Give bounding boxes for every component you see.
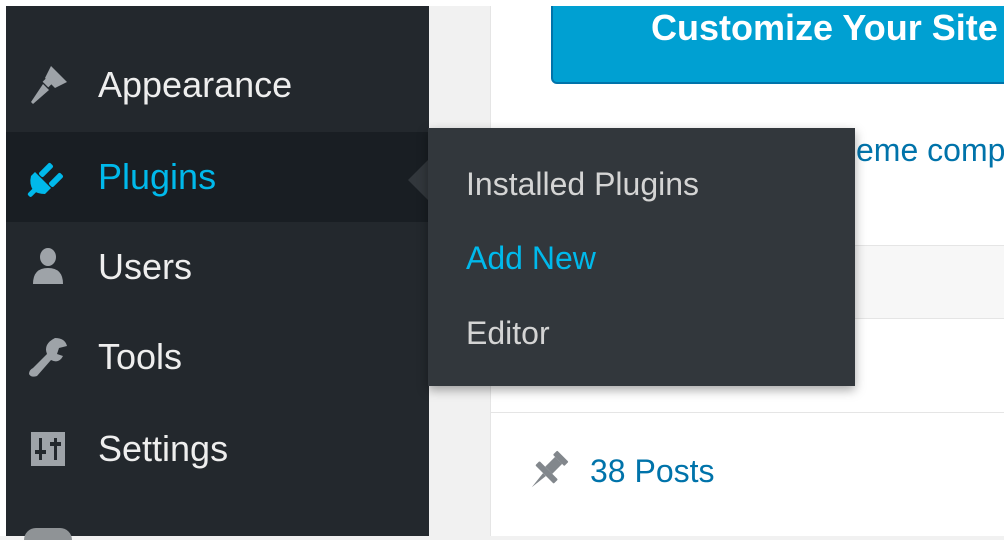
submenu-add-new[interactable]: Add New <box>466 238 596 278</box>
user-icon <box>24 243 72 291</box>
submenu-installed-plugins[interactable]: Installed Plugins <box>466 164 699 204</box>
sidebar-item-label: Users <box>98 246 193 287</box>
customize-your-site-button[interactable]: Customize Your Site <box>551 6 1004 84</box>
sidebar-item-label: Settings <box>98 428 229 469</box>
flyout-pointer <box>408 160 428 200</box>
paintbrush-icon <box>24 61 72 109</box>
widget-divider <box>491 412 1004 413</box>
sidebar-item-tools[interactable]: Tools <box>6 312 429 402</box>
wrench-icon <box>24 333 72 381</box>
plug-icon <box>24 153 72 201</box>
settings-sliders-icon <box>24 425 72 473</box>
sidebar-item-settings[interactable]: Settings <box>6 404 429 494</box>
sidebar-item-plugins[interactable]: Plugins <box>6 132 429 222</box>
plugins-submenu: Installed Plugins Add New Editor <box>428 128 855 386</box>
sidebar-item-label: Plugins <box>98 156 217 197</box>
sidebar-item-label: Appearance <box>98 64 293 105</box>
sidebar-item-label: Tools <box>98 336 183 377</box>
submenu-editor[interactable]: Editor <box>466 313 550 353</box>
sidebar-item-users[interactable]: Users <box>6 222 429 312</box>
pushpin-icon <box>522 445 574 497</box>
admin-sidebar: Appearance Plugins Users Tools Settings <box>6 6 429 540</box>
posts-count-link[interactable]: 38 Posts <box>590 453 715 490</box>
posts-count-row: 38 Posts <box>522 446 715 496</box>
partial-menu-icon <box>24 528 72 540</box>
sidebar-item-appearance[interactable]: Appearance <box>6 40 429 130</box>
theme-link[interactable]: eme comp <box>856 128 1004 172</box>
